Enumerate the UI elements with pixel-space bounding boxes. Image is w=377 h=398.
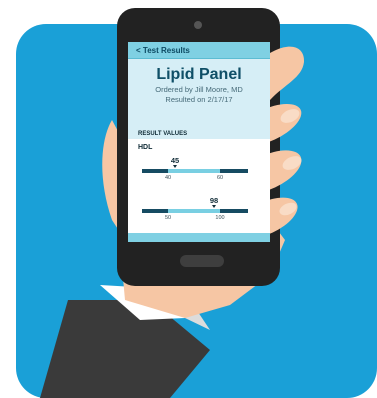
range-low-segment	[142, 169, 168, 173]
phone-screen: < Test Results Lipid Panel Ordered by Ji…	[128, 42, 270, 242]
range-bar	[142, 209, 248, 213]
range-low-label: 50	[164, 215, 172, 221]
range-high-segment	[220, 169, 248, 173]
phone-home-button	[180, 255, 224, 267]
back-link[interactable]: < Test Results	[136, 46, 190, 55]
range-high-segment	[220, 209, 248, 213]
phone-camera	[194, 21, 202, 29]
bottom-strip	[128, 233, 270, 242]
page-title: Lipid Panel	[156, 66, 242, 83]
range-normal-segment	[168, 169, 220, 173]
result-value: 98	[209, 196, 219, 205]
section-label: RESULT VALUES	[138, 131, 188, 137]
range-bar	[142, 169, 248, 173]
range-low-segment	[142, 209, 168, 213]
range-high-label: 60	[216, 175, 224, 181]
results-card: HDL 45 40 60 98 50 100	[128, 139, 270, 233]
resulted-on: Resulted on 2/17/17	[165, 95, 233, 104]
panel-header: Lipid Panel Ordered by Jill Moore, MD Re…	[128, 59, 270, 136]
range-high-label: 100	[215, 215, 225, 221]
range-low-label: 40	[164, 175, 172, 181]
nav-bar: < Test Results	[128, 42, 270, 59]
ordered-by: Ordered by Jill Moore, MD	[155, 85, 243, 94]
illustration-scene: < Test Results Lipid Panel Ordered by Ji…	[0, 0, 377, 398]
range-normal-segment	[168, 209, 220, 213]
result-value: 45	[170, 156, 180, 165]
result-name: HDL	[138, 144, 153, 151]
value-marker	[173, 165, 177, 168]
value-marker	[212, 205, 216, 208]
